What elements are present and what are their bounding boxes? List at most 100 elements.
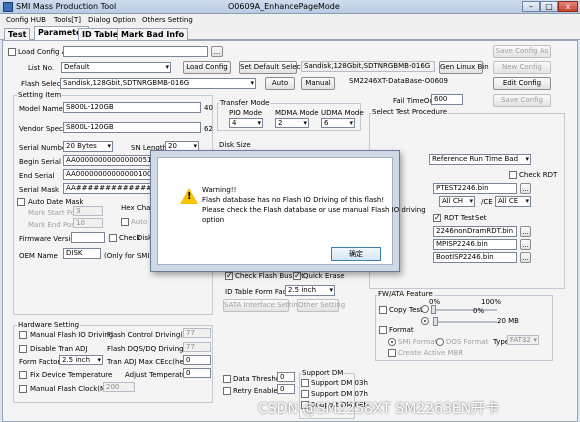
transfer-mode-title: Transfer Mode [219,99,271,107]
fail-timeout-field[interactable]: 600 [431,94,463,105]
flash-control-driving-field[interactable]: 77 [183,328,211,338]
auto-date-mask-checkbox[interactable] [17,198,25,206]
rdt-test-checkbox[interactable] [433,213,441,222]
model-name-field[interactable]: S800L-120GB [63,102,201,113]
smi-format-radio[interactable] [388,338,396,346]
auto-button[interactable]: Auto [265,77,295,90]
copy-pct-slider-thumb[interactable] [431,305,436,314]
rdt-bin-browse[interactable]: ... [520,226,531,237]
copy-size-slider-thumb[interactable] [433,317,438,326]
load-config-as-checkbox[interactable] [8,48,16,56]
check-rdt-checkbox[interactable] [509,171,517,179]
oem-name-field[interactable]: DISK [63,248,101,259]
mpisp-bin-field[interactable]: MPISP2246.bin [433,239,517,250]
begin-serial-field[interactable]: AA000000000000000516 [63,155,153,166]
menu-others-setting[interactable]: Others Setting [142,16,193,24]
auto-date-mask-label: Auto Date Mask [28,198,84,206]
firmware-check-checkbox[interactable] [109,234,117,242]
firmware-version-field[interactable] [71,232,105,243]
tab-mark-bad-info[interactable]: Mark Bad Info [117,28,189,40]
close-button[interactable]: x [558,1,578,12]
copy-test-checkbox[interactable] [379,306,387,314]
copy-pct-slider[interactable] [433,309,497,311]
create-active-mbr-checkbox[interactable] [388,349,396,357]
gen-linux-bin-button[interactable]: Gen Linux Bin [439,61,489,74]
fix-device-temp-checkbox[interactable] [19,371,27,379]
support-dm-07h-checkbox[interactable] [301,390,309,398]
pio-mode-select[interactable]: 4 [229,118,263,128]
begin-serial-label: Begin Serial [19,158,61,166]
retry-enable-checkbox[interactable] [223,387,231,395]
set-default-select-button[interactable]: Set Default Select [239,61,303,74]
menu-tools[interactable]: Tools[T] [54,16,81,24]
menu-dialog-option[interactable]: Dialog Option [88,16,136,24]
run-time-bad-select[interactable]: Reference Run Time Bad [429,154,531,165]
bootisp-bin-browse[interactable]: ... [520,252,531,263]
support-dm-03h-checkbox[interactable] [301,379,309,387]
rdt-set-label[interactable]: Set [475,214,487,222]
mpisp-bin-browse[interactable]: ... [520,239,531,250]
retry-enable-field[interactable]: 0 [277,384,295,394]
watermark-text: CSDN @SM2258XT SM2263EN开卡 [258,401,500,417]
load-config-button[interactable]: Load Config [183,61,231,74]
udma-mode-select[interactable]: 6 [321,118,355,128]
serial-number-select[interactable]: 20 Bytes [63,141,113,152]
load-config-path-field[interactable] [63,46,208,57]
format-checkbox[interactable] [379,326,387,334]
dos-format-radio[interactable] [436,338,444,346]
browse-config-button[interactable]: ... [211,46,223,57]
mark-end-pos-field[interactable]: 10 [73,218,103,228]
flash-dqs-field[interactable]: 77 [183,342,211,352]
manual-button[interactable]: Manual [301,77,335,90]
check-flash-bus-bit-checkbox[interactable] [225,271,233,280]
copy-pct-radio[interactable] [421,305,429,313]
model-name-length: 40 [204,104,213,112]
edit-config-button[interactable]: Edit Config [493,77,551,90]
manual-flash-io-checkbox[interactable] [19,331,27,339]
sata-interface-setting-button[interactable]: SATA Interface Setting [223,299,302,312]
app-title: SMI Mass Production Tool [16,2,117,11]
bootisp-bin-field[interactable]: BootISP2246.bin [433,252,517,263]
list-no-select[interactable]: Default [61,62,171,73]
disable-tran-adj-checkbox[interactable] [19,345,27,353]
rdt-bin-field[interactable]: 2246nonDramRDT.bin [433,226,517,237]
mark-start-pos-field[interactable]: 3 [73,206,103,216]
minimize-button[interactable]: – [522,1,540,12]
data-threshold-field[interactable]: 0 [277,372,295,382]
adjust-temp-field[interactable]: 0 [183,368,211,378]
tab-test[interactable]: Test [4,28,31,40]
data-threshold-checkbox[interactable] [223,375,231,383]
copy-size-slider[interactable] [433,321,497,323]
new-config-button[interactable]: New Config [493,61,551,74]
tab-id-table[interactable]: ID Table [78,28,123,40]
save-config-as-button[interactable]: Save Config As [493,45,551,58]
fw-ata-feature-title: FW/ATA Feature [377,290,434,298]
other-setting-button[interactable]: Other Setting [297,299,345,312]
database-label: SM2246XT-DataBase-O0609 [349,77,448,85]
save-config-button[interactable]: Save Config [493,94,551,107]
warning-dialog: Warning!! Flash database has no Flash IO… [150,150,426,272]
all-ch-select[interactable]: All CH [439,196,475,207]
warning-title: Warning!! [202,186,237,194]
manual-flash-clock-checkbox[interactable] [19,385,27,393]
auto-de-checkbox[interactable] [121,218,129,226]
flash-select-dropdown[interactable]: Sandisk,128Gbit,SDTNRGBMB-016G [60,78,256,89]
vendor-specific-field[interactable]: S800L-120GB [63,122,201,133]
copy-size-radio[interactable] [421,317,429,325]
end-serial-field[interactable]: AA000000000000001000 [63,169,153,180]
quick-erase-checkbox[interactable] [293,271,301,280]
mark-end-pos-label: Mark End Pos [28,221,75,229]
manual-flash-clock-field[interactable]: 200 [103,382,135,392]
restore-button[interactable]: □ [540,1,558,12]
tran-adj-max-field[interactable]: 0 [183,355,211,365]
mdma-mode-select[interactable]: 2 [275,118,309,128]
ptest-bin-browse[interactable]: ... [520,183,531,194]
all-ce-select[interactable]: All CE [495,196,531,207]
id-table-form-factor-select[interactable]: 2.5 inch [285,285,335,296]
menu-config-hub[interactable]: Config HUB [6,16,46,24]
serial-mask-field[interactable]: AA################ [63,183,153,194]
ok-button[interactable]: 确定 [331,247,381,261]
format-type-select[interactable]: FAT32 [507,335,539,345]
form-factor-select[interactable]: 2.5 inch [59,355,103,365]
ptest-bin-field[interactable]: PTEST2246.bin [433,183,517,194]
